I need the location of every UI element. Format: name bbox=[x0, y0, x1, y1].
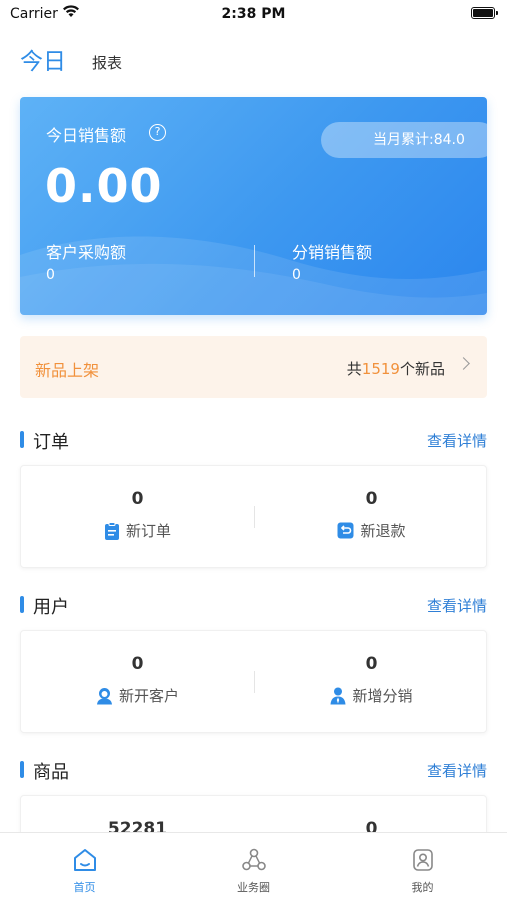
section-accent-bar bbox=[20, 596, 24, 613]
new-distributors-count: 0 bbox=[365, 654, 378, 674]
tab-business-circle-label: 业务圈 bbox=[237, 881, 270, 894]
tab-profile[interactable]: 我的 bbox=[338, 833, 507, 900]
distribution-sales-value: 0 bbox=[292, 267, 301, 283]
new-orders-count: 0 bbox=[131, 489, 144, 509]
today-sales-title: 今日销售额 bbox=[46, 126, 127, 145]
users-panel: 0 新开客户 0 新增分销 bbox=[20, 630, 487, 733]
refund-icon bbox=[337, 522, 354, 539]
new-refunds-label: 新退款 bbox=[360, 522, 406, 540]
distributor-icon bbox=[330, 687, 346, 704]
chevron-right-icon bbox=[457, 357, 470, 370]
new-customers-item[interactable]: 新开客户 bbox=[21, 685, 254, 706]
new-products-title: 新品上架 bbox=[35, 361, 100, 380]
distribution-sales-label: 分销销售额 bbox=[292, 243, 373, 262]
customer-purchase-label: 客户采购额 bbox=[46, 243, 127, 262]
new-refunds-item[interactable]: 新退款 bbox=[255, 520, 488, 541]
orders-section-header: 订单 查看详情 bbox=[20, 428, 487, 453]
bottom-tab-bar: 首页 业务圈 我的 bbox=[0, 832, 507, 900]
clock: 2:38 PM bbox=[221, 6, 286, 22]
clipboard-icon bbox=[104, 521, 119, 540]
goods-section-header: 商品 查看详情 bbox=[20, 758, 487, 783]
goods-title: 商品 bbox=[33, 762, 69, 783]
new-orders-item[interactable]: 新订单 bbox=[21, 520, 254, 541]
tab-business-circle[interactable]: 业务圈 bbox=[169, 833, 338, 900]
new-products-banner[interactable]: 新品上架 共1519个新品 bbox=[20, 336, 487, 398]
sales-summary-card[interactable]: 今日销售额 ? 当月累计:84.0 0.00 客户采购额 0 分销销售额 0 bbox=[20, 97, 487, 315]
count-number: 1519 bbox=[361, 360, 400, 378]
users-view-details-link[interactable]: 查看详情 bbox=[427, 595, 487, 616]
users-title: 用户 bbox=[33, 597, 69, 618]
orders-panel: 0 新订单 0 新退款 bbox=[20, 465, 487, 568]
section-accent-bar bbox=[20, 761, 24, 778]
new-orders-label: 新订单 bbox=[125, 522, 171, 540]
users-section-header: 用户 查看详情 bbox=[20, 593, 487, 618]
help-icon[interactable]: ? bbox=[149, 124, 166, 141]
monthly-total-badge: 当月累计:84.0 bbox=[321, 122, 487, 158]
tab-home[interactable]: 首页 bbox=[0, 833, 169, 900]
home-icon bbox=[74, 849, 96, 871]
new-customers-count: 0 bbox=[131, 654, 144, 674]
customer-purchase-value: 0 bbox=[46, 267, 55, 283]
profile-icon bbox=[413, 849, 433, 871]
status-bar: Carrier 2:38 PM bbox=[0, 0, 507, 30]
tab-profile-label: 我的 bbox=[411, 881, 434, 894]
goods-view-details-link[interactable]: 查看详情 bbox=[427, 760, 487, 781]
orders-title: 订单 bbox=[33, 432, 69, 453]
count-prefix: 共 bbox=[346, 360, 362, 378]
tab-report[interactable]: 报表 bbox=[92, 52, 122, 73]
count-suffix: 个新品 bbox=[399, 360, 445, 378]
orders-view-details-link[interactable]: 查看详情 bbox=[427, 430, 487, 451]
today-sales-amount: 0.00 bbox=[45, 159, 163, 213]
tab-today[interactable]: 今日 bbox=[20, 42, 66, 76]
new-refunds-count: 0 bbox=[365, 489, 378, 509]
new-distributors-label: 新增分销 bbox=[352, 687, 413, 705]
card-divider bbox=[254, 245, 255, 277]
tab-home-label: 首页 bbox=[73, 881, 96, 894]
business-circle-icon bbox=[242, 848, 266, 871]
new-distributors-item[interactable]: 新增分销 bbox=[255, 685, 488, 706]
new-products-count: 共1519个新品 bbox=[347, 358, 445, 379]
customer-icon bbox=[96, 687, 112, 704]
battery-icon bbox=[471, 7, 498, 19]
new-customers-label: 新开客户 bbox=[118, 687, 179, 705]
section-accent-bar bbox=[20, 431, 24, 448]
